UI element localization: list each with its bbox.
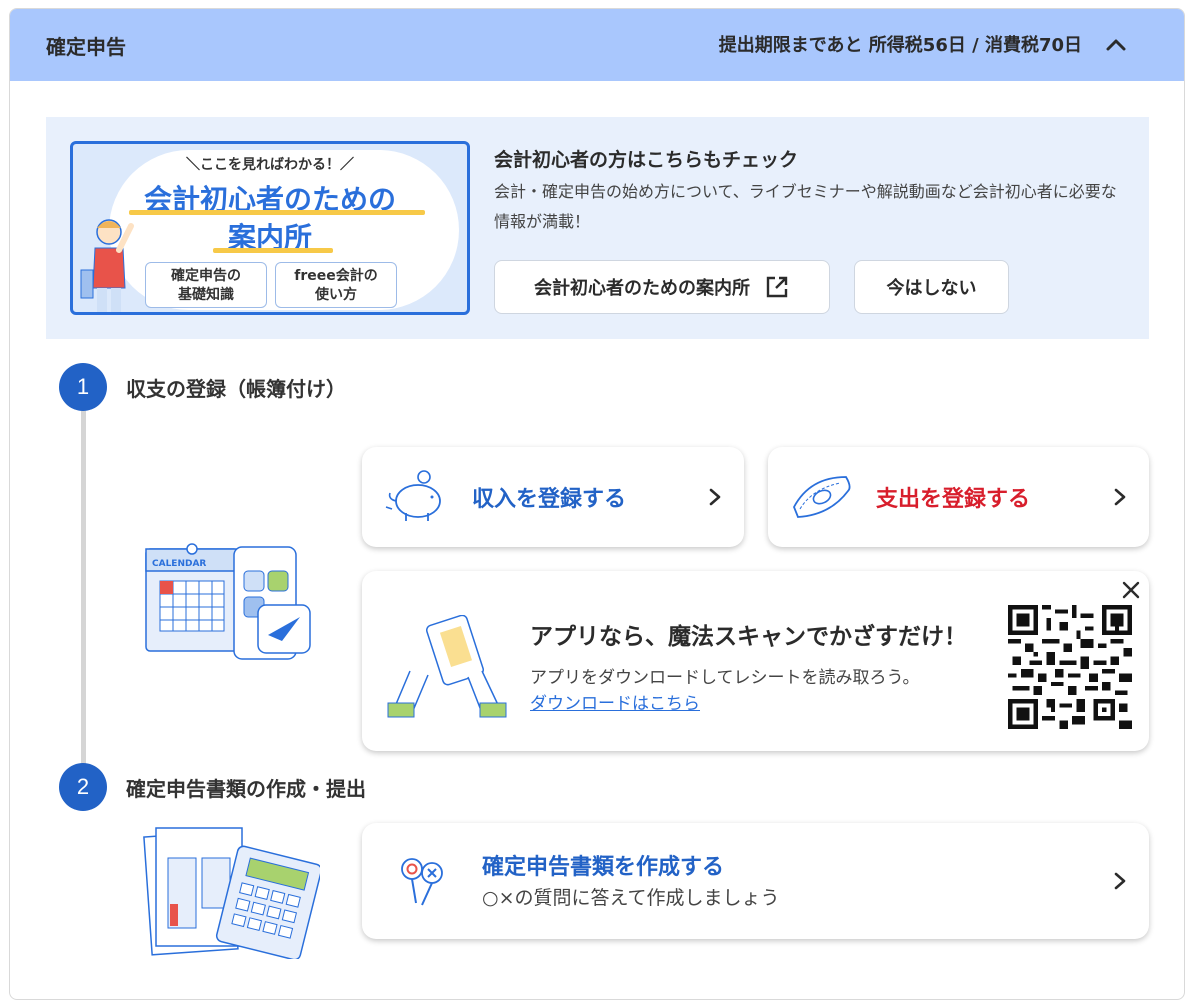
calendar-phone-illustration: CALENDAR: [145, 543, 311, 660]
banner-underline: [213, 248, 333, 253]
guide-person-illustration: [80, 219, 134, 312]
banner-underline: [129, 210, 425, 215]
app-download-link[interactable]: ダウンロードはこちら: [530, 689, 700, 714]
register-income-card[interactable]: 収入を登録する: [362, 447, 744, 547]
create-tax-documents-title: 確定申告書類を作成する: [482, 855, 725, 880]
promo-description: 会計・確定申告の始め方について、ライブセミナーや解説動画など会計初心者に必要な情…: [494, 182, 1117, 231]
piggy-bank-icon: [385, 470, 441, 521]
close-icon[interactable]: [1120, 579, 1142, 601]
chevron-right-icon: [1114, 872, 1126, 890]
step-number-1: 1: [59, 363, 107, 411]
panel-title: 確定申告: [46, 35, 126, 59]
beginner-promo: ＼ここを見ればわかる！／ 会計初心者のための 案内所 確定申告の 基礎知識 fr…: [46, 117, 1149, 339]
not-now-button[interactable]: 今はしない: [854, 260, 1009, 314]
phone-scan-illustration: [387, 615, 507, 718]
chevron-up-icon[interactable]: [1100, 29, 1132, 61]
banner-kicker: ＼ここを見ればわかる！／: [186, 157, 354, 173]
step-title-2: 確定申告書類の作成・提出: [126, 777, 366, 801]
not-now-button-label: 今はしない: [886, 278, 977, 299]
banner-chip-howto: freee会計の 使い方: [275, 262, 397, 308]
app-card-title: アプリなら、魔法スキャンでかざすだけ！: [530, 624, 967, 650]
chevron-right-icon: [1114, 488, 1126, 506]
svg-text:CALENDAR: CALENDAR: [152, 559, 206, 569]
create-tax-documents-card[interactable]: 確定申告書類を作成する ○×の質問に答えて作成しましょう: [362, 823, 1149, 939]
beginner-guide-banner[interactable]: ＼ここを見ればわかる！／ 会計初心者のための 案内所 確定申告の 基礎知識 fr…: [70, 141, 470, 315]
app-download-card: アプリなら、魔法スキャンでかざすだけ！ アプリをダウンロードしてレシートを読み取…: [362, 571, 1149, 751]
step-title-1: 収支の登録（帳簿付け）: [126, 377, 346, 401]
step-number-2: 2: [59, 763, 107, 811]
register-expense-card[interactable]: 支出を登録する: [768, 447, 1149, 547]
register-expense-label: 支出を登録する: [876, 487, 1031, 512]
promo-heading: 会計初心者の方はこちらもチェック: [494, 149, 799, 171]
tax-return-panel: 確定申告 提出期限まであと 所得税56日 / 消費税70日 ＼ここを見ればわかる…: [9, 8, 1185, 1000]
chevron-right-icon: [709, 488, 721, 506]
beginner-guide-button[interactable]: 会計初心者のための案内所: [494, 260, 830, 314]
ox-sign-icon: [401, 858, 443, 906]
qr-code: [1008, 605, 1132, 729]
banner-chip-basics: 確定申告の 基礎知識: [145, 262, 267, 308]
documents-calculator-illustration: [143, 827, 320, 959]
money-bill-icon: [793, 476, 851, 518]
create-tax-documents-subtitle: ○×の質問に答えて作成しましょう: [482, 887, 780, 909]
beginner-guide-button-label: 会計初心者のための案内所: [534, 278, 750, 299]
app-card-description: アプリをダウンロードしてレシートを読み取ろう。: [530, 668, 920, 688]
register-income-label: 収入を登録する: [472, 487, 627, 512]
panel-header: 確定申告 提出期限まであと 所得税56日 / 消費税70日: [10, 9, 1184, 81]
external-link-icon: [766, 276, 788, 298]
step-connector: [81, 411, 86, 771]
deadline-text: 提出期限まであと 所得税56日 / 消費税70日: [718, 35, 1082, 56]
